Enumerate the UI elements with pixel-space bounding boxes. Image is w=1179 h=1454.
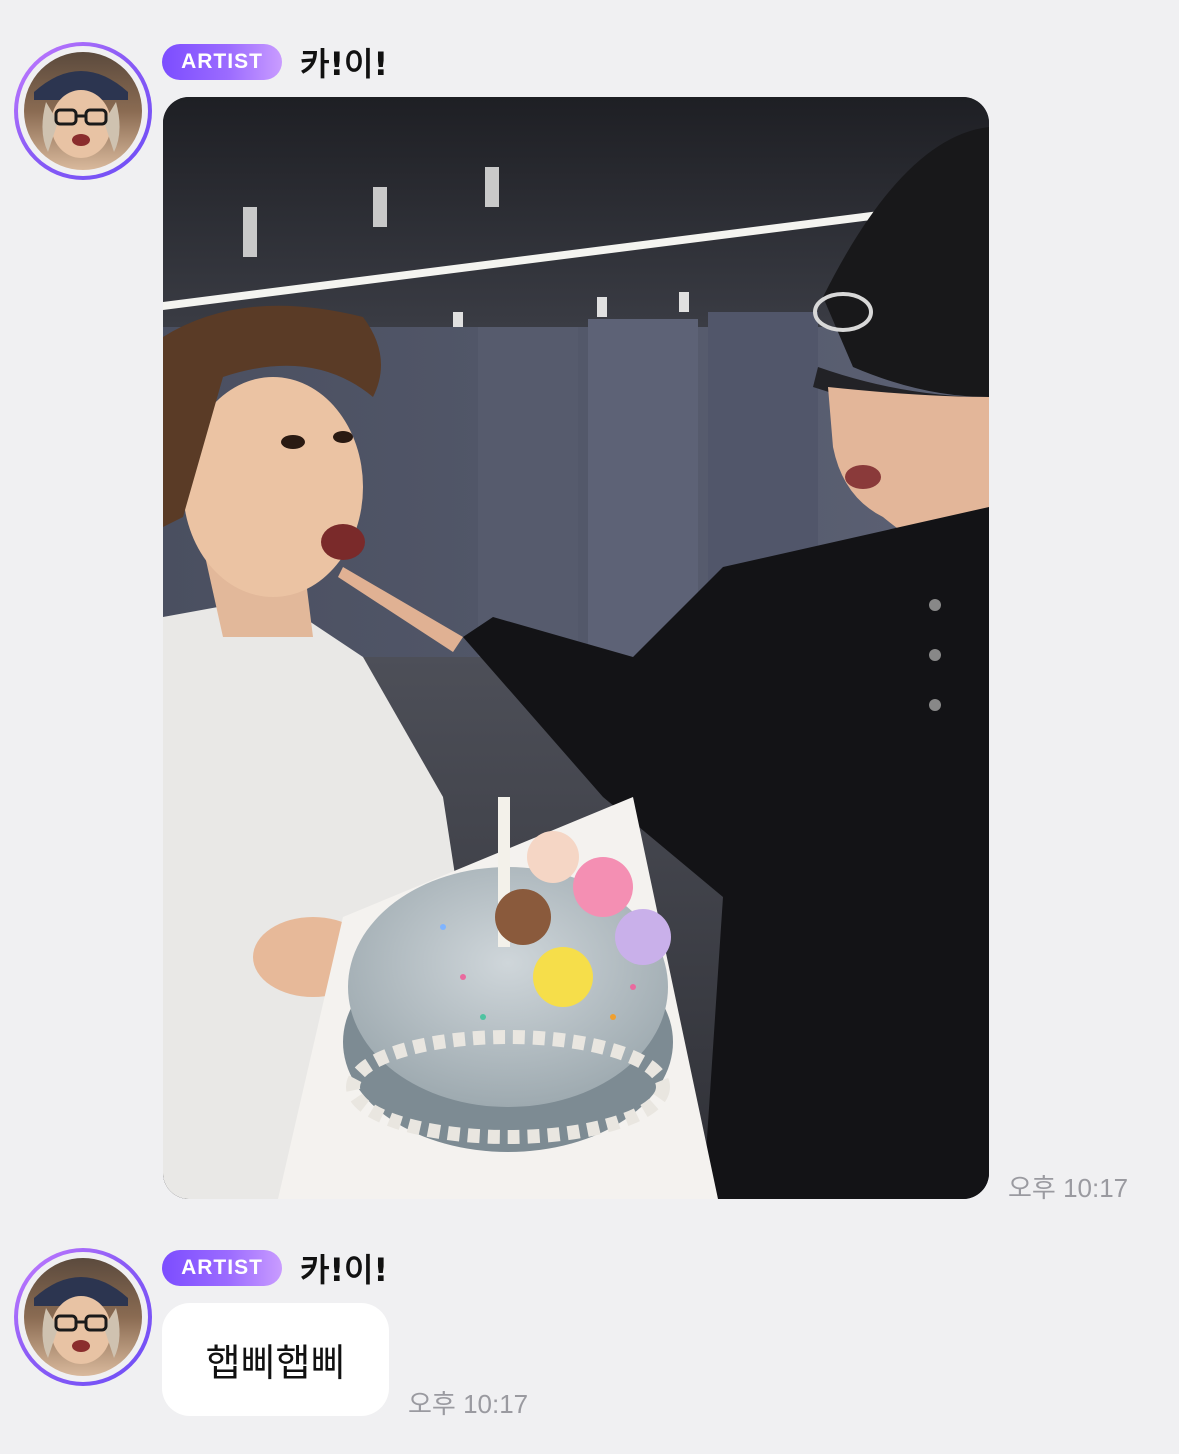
message-bubble[interactable]: 햅삐햅삐 (162, 1303, 389, 1416)
artist-badge: ARTIST (162, 1250, 282, 1286)
photo-attachment[interactable] (163, 97, 989, 1199)
avatar-image (24, 1258, 142, 1376)
sender-name[interactable]: 카!이! (300, 1245, 388, 1291)
artist-badge: ARTIST (162, 44, 282, 80)
message-text: 햅삐햅삐 (205, 1341, 346, 1385)
chat-message-photo: ARTIST 카!이! 오후 10:17 (0, 0, 1179, 1220)
message-timestamp: 오후 10:17 (1008, 1173, 1129, 1203)
sender-avatar[interactable] (14, 1248, 152, 1386)
sender-header: ARTIST 카!이! (162, 1245, 388, 1291)
sender-avatar[interactable] (14, 42, 152, 180)
sender-header: ARTIST 카!이! (162, 39, 388, 85)
avatar-image (24, 52, 142, 170)
photo-image (163, 97, 989, 1199)
sender-name[interactable]: 카!이! (300, 39, 388, 85)
message-timestamp: 오후 10:17 (408, 1389, 529, 1419)
